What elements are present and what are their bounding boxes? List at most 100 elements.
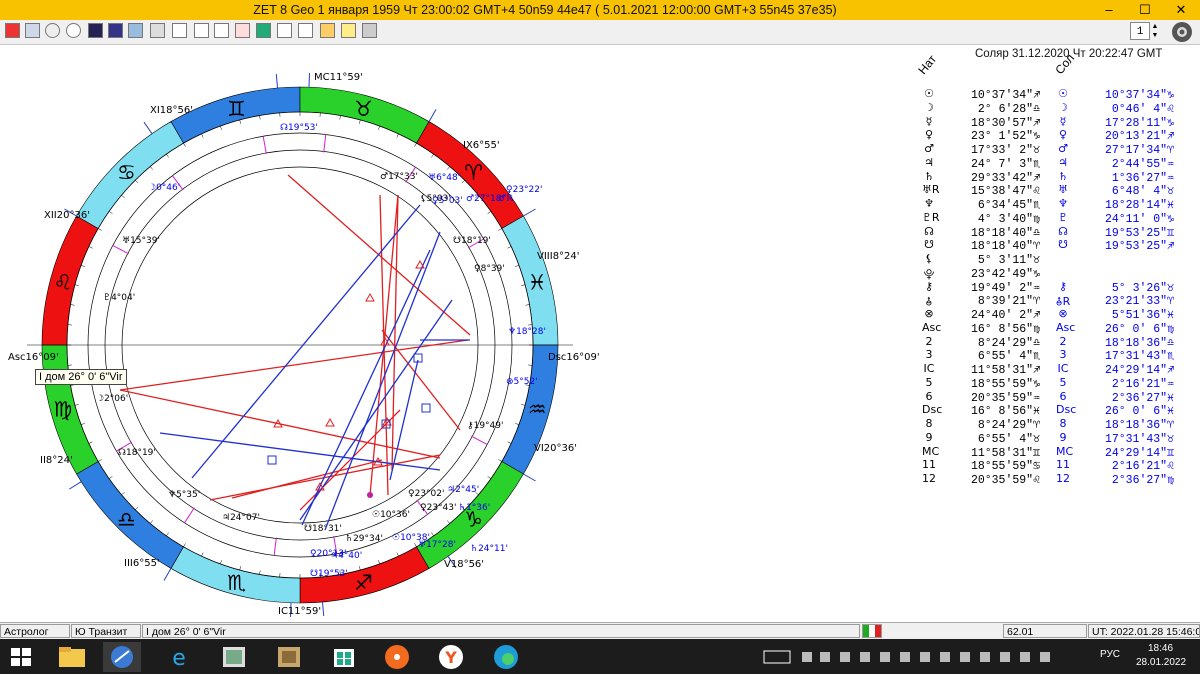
stars-icon[interactable] — [108, 23, 123, 38]
planet-row: ☿ 18°30'57"♐ ☿ 17°28'11"♑ — [922, 115, 1192, 130]
file-explorer-icon[interactable] — [53, 642, 91, 672]
sign-glyph: ♍ — [53, 398, 72, 422]
clock-icon[interactable] — [45, 23, 60, 38]
print-icon[interactable] — [150, 23, 165, 38]
person-icon[interactable] — [341, 23, 356, 38]
planet-glyph: 2 — [925, 334, 933, 348]
natal-planet-label: ♀8°39' — [474, 264, 505, 274]
spin-arrows[interactable]: ▲ ▼ — [1150, 22, 1160, 40]
taskbar: e Y РУС 18:46 28.01.2022 — [0, 639, 1200, 674]
planet-glyph: ♇R — [922, 210, 940, 224]
planet-position: 16° 8'56"♓ — [970, 405, 1040, 419]
planet-position: 19°49' 2"♒ — [970, 281, 1040, 295]
solar-planet-label: ♄24°11' — [470, 544, 508, 554]
edge-browser-icon[interactable] — [487, 642, 525, 672]
planet-position: 26° 0' 6"♍ — [1104, 322, 1174, 336]
green-icon[interactable] — [256, 23, 271, 38]
status-astrologer: Астролог — [0, 624, 70, 638]
language-indicator[interactable]: РУС — [1100, 649, 1120, 663]
archive-app-icon[interactable] — [270, 642, 308, 672]
planet-glyph: ☽ — [924, 100, 934, 114]
tools-icon[interactable] — [320, 23, 335, 38]
clock-time[interactable]: 18:46 — [1148, 643, 1173, 657]
house-cusp-tick — [523, 208, 536, 217]
minimize-button[interactable]: – — [1091, 0, 1127, 20]
planet-position: 2°16'21"♌ — [1111, 460, 1174, 474]
planet-position: 20°35'59"♌ — [970, 474, 1040, 487]
grid-icon[interactable] — [214, 23, 229, 38]
spin-input[interactable]: 1 — [1130, 22, 1150, 40]
astro-app-icon[interactable] — [103, 642, 141, 672]
ic-label: IC11°59' — [278, 606, 321, 617]
solar-planet-label: ♄1°36' — [458, 503, 490, 513]
planet-row: ♄ 29°33'42"♐ ♄ 1°36'27"♒ — [922, 170, 1192, 185]
planet-glyph: ♀ — [924, 128, 934, 142]
planet-glyph: ☋ — [924, 238, 934, 252]
natal-planet-label: ☉10°36' — [372, 510, 410, 520]
house-tooltip: I дом 26° 0' 6"Vir — [35, 369, 127, 385]
planet-position: 15°38'47"♌ — [970, 185, 1040, 199]
planet-glyph: ♇ — [1058, 210, 1068, 224]
red-star-icon[interactable] — [5, 23, 20, 38]
planet-glyph: IC — [923, 362, 935, 375]
earth-icon[interactable] — [128, 23, 143, 38]
flag-icon — [862, 624, 882, 638]
planet-position: 2°36'27"♓ — [1111, 391, 1174, 405]
settings-gear-icon[interactable] — [1168, 20, 1196, 44]
planet-position: 24°29'14"♐ — [1104, 364, 1174, 377]
planet-row: ☊ 18°18'40"♎ ☊ 19°53'25"♊ — [922, 225, 1192, 240]
planet-position: 18°55'59"♑ — [970, 377, 1040, 391]
planet-position: 20°13'21"♐ — [1104, 130, 1174, 144]
compass-icon[interactable] — [298, 23, 313, 38]
close-button[interactable]: ✕ — [1163, 0, 1199, 20]
solar-planet-label: ☋19°53' — [310, 569, 348, 579]
planet-row: ☽ 2° 6'28"♎ ☽ 0°46' 4"♌ — [922, 100, 1192, 116]
clock-date[interactable]: 28.01.2022 — [1136, 657, 1186, 671]
status-transit: Ю Транзит — [71, 624, 141, 638]
sign-glyph: ♌ — [53, 270, 72, 294]
natal-planet-label: ♂17°33' — [380, 172, 418, 182]
yandex-browser-icon[interactable]: Y — [432, 642, 470, 672]
svg-text:e: e — [172, 646, 186, 671]
solar-planet-label: ♃4°40' — [330, 551, 362, 561]
planet-glyph: ♃ — [924, 155, 934, 169]
planet-position: 2°36'27"♍ — [1111, 474, 1174, 487]
calc-icon[interactable] — [277, 23, 292, 38]
planet-row: IC 11°58'31"♐ IC 24°29'14"♐ — [922, 362, 1192, 377]
sign-glyph: ♉ — [354, 97, 373, 121]
wheel-icon[interactable] — [66, 23, 81, 38]
natal-planet-label: ⚸5°03' — [420, 194, 451, 204]
tray-icons[interactable] — [800, 642, 1060, 672]
media-player-icon[interactable] — [378, 642, 416, 672]
planet-row: 8 8°24'29"♈ 8 18°18'36"♈ — [922, 417, 1192, 432]
internet-explorer-icon[interactable]: e — [160, 642, 198, 672]
signal-icon[interactable] — [362, 23, 377, 38]
planet-row: ⚸ 5° 3'11"♉ — [922, 252, 1192, 267]
keyboard-icon[interactable] — [760, 642, 794, 672]
planet-position: 2°16'21"♒ — [1111, 377, 1174, 391]
photo-app-icon[interactable] — [215, 642, 253, 672]
planet-position: 23° 1'52"♑ — [970, 130, 1040, 144]
planet-glyph: 6 — [1059, 389, 1067, 403]
planet-position: 18°18'36"♎ — [1104, 336, 1174, 350]
red-grid-icon[interactable] — [235, 23, 250, 38]
aspect-icon[interactable] — [172, 23, 187, 38]
maximize-button[interactable]: ☐ — [1127, 0, 1163, 20]
table-icon[interactable] — [25, 23, 40, 38]
windows-start-icon[interactable] — [2, 642, 40, 672]
planet-position: 18°30'57"♐ — [970, 116, 1040, 130]
planet-glyph: ☉ — [924, 87, 934, 100]
natal-planet-label: ♃24°07' — [222, 513, 260, 523]
store-icon[interactable] — [325, 642, 363, 672]
planet-row: 12 20°35'59"♌ 12 2°36'27"♍ — [922, 472, 1192, 487]
planet-position: 18°18'36"♈ — [1104, 419, 1174, 432]
window-icon[interactable] — [194, 23, 209, 38]
night-icon[interactable] — [88, 23, 103, 38]
planet-position: 19°53'25"♐ — [1104, 240, 1174, 254]
planet-glyph: 3 — [925, 348, 933, 362]
planet-glyph: 5 — [1059, 375, 1067, 389]
planet-row: 9 6°55' 4"♉ 9 17°31'43"♉ — [922, 431, 1192, 446]
natal-planet-label: ☊18°19' — [118, 448, 156, 458]
planet-position: 0°46' 4"♌ — [1111, 102, 1174, 116]
horoscope-wheel[interactable]: ♊ ♉♈♓♒♑♐♏♎♍♌♋MC11°59'IC11°59'Asc16°09' Dsc… — [0, 45, 900, 622]
